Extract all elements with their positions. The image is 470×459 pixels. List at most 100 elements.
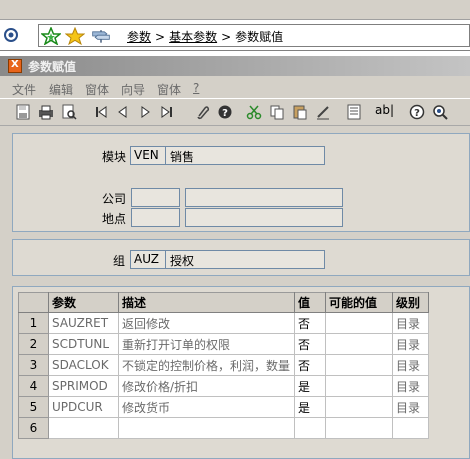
cell-description[interactable]: 返回修改 <box>118 312 295 334</box>
site-code-field[interactable] <box>131 208 180 227</box>
header-panel: 模块 VEN 销售 公司 地点 <box>12 133 470 232</box>
copy-icon[interactable] <box>269 104 285 120</box>
cell-possible-values[interactable] <box>325 417 393 439</box>
menu-window[interactable]: 窗体 <box>85 81 109 98</box>
module-field[interactable]: VEN 销售 <box>130 146 325 165</box>
module-code: VEN <box>131 147 166 164</box>
cell-value[interactable]: 是 <box>294 396 326 418</box>
group-field[interactable]: AUZ 授权 <box>130 250 325 269</box>
menu-window-2[interactable]: 窗体 <box>157 81 181 98</box>
print-icon[interactable] <box>38 104 54 120</box>
breadcrumb-item-basic-parameters[interactable]: 基本参数 <box>169 30 217 44</box>
zoom-icon[interactable] <box>432 104 448 120</box>
window-title: 参数赋值 <box>28 60 77 74</box>
window-titlebar: X 参数赋值 <box>0 56 470 76</box>
save-icon[interactable] <box>15 104 31 120</box>
breadcrumb-panel: 参数 > 基本参数 > 参数赋值 <box>38 24 470 47</box>
cell-level[interactable]: 目录 <box>392 333 429 355</box>
table-row[interactable]: 3 SDACLOK 不锁定的控制价格，利润，数量 否 目录 <box>18 354 429 376</box>
row-number[interactable]: 5 <box>18 396 49 418</box>
breadcrumb-separator: > <box>155 30 166 44</box>
first-record-icon[interactable] <box>93 104 109 120</box>
menu-bar: 文件 编辑 窗体 向导 窗体 ? <box>0 79 470 97</box>
site-label: 地点 <box>102 212 127 226</box>
row-number[interactable]: 4 <box>18 375 49 397</box>
favorite-star-icon[interactable] <box>65 27 85 45</box>
cell-level[interactable] <box>392 417 429 439</box>
column-header-value[interactable]: 值 <box>294 292 326 313</box>
table-row[interactable]: 2 SCDTUNL 重新打开订单的权限 否 目录 <box>18 333 429 355</box>
cell-possible-values[interactable] <box>325 312 393 334</box>
attach-icon[interactable] <box>194 104 210 120</box>
cell-possible-values[interactable] <box>325 375 393 397</box>
menu-edit[interactable]: 编辑 <box>49 81 73 98</box>
cell-parameter[interactable]: SDACLOK <box>48 354 119 376</box>
cell-parameter[interactable]: SAUZRET <box>48 312 119 334</box>
cell-value[interactable]: 是 <box>294 375 326 397</box>
print-preview-icon[interactable] <box>61 104 77 120</box>
column-header-parameter[interactable]: 参数 <box>48 292 119 313</box>
row-number[interactable]: 3 <box>18 354 49 376</box>
table-row[interactable]: 5 UPDCUR 修改货币 是 目录 <box>18 396 429 418</box>
group-label: 组 <box>113 254 126 268</box>
window-body: 文件 编辑 窗体 向导 窗体 ? ? ab| ? 模块 VEN 销售 公司 地点… <box>0 76 470 459</box>
cell-description[interactable]: 重新打开订单的权限 <box>118 333 295 355</box>
menu-file[interactable]: 文件 <box>12 81 36 98</box>
next-record-icon[interactable] <box>137 104 153 120</box>
list-icon[interactable] <box>346 104 362 120</box>
row-number[interactable]: 1 <box>18 312 49 334</box>
grid-header-row: 参数 描述 值 可能的值 级别 <box>18 292 429 313</box>
cell-possible-values[interactable] <box>325 354 393 376</box>
cell-value[interactable] <box>294 417 326 439</box>
previous-record-icon[interactable] <box>115 104 131 120</box>
company-name-field <box>185 188 343 207</box>
question-icon[interactable]: ? <box>409 104 425 120</box>
cell-parameter[interactable]: UPDCUR <box>48 396 119 418</box>
column-header-possible-values[interactable]: 可能的值 <box>325 292 393 313</box>
cell-parameter[interactable]: SCDTUNL <box>48 333 119 355</box>
cell-level[interactable]: 目录 <box>392 375 429 397</box>
cell-description[interactable]: 修改价格/折扣 <box>118 375 295 397</box>
cell-description[interactable] <box>118 417 295 439</box>
table-row[interactable]: 6 <box>18 417 429 439</box>
cell-level[interactable]: 目录 <box>392 396 429 418</box>
group-name: 授权 <box>170 254 195 268</box>
menu-wizard[interactable]: 向导 <box>121 81 145 98</box>
group-panel: 组 AUZ 授权 <box>12 239 470 276</box>
cell-parameter[interactable] <box>48 417 119 439</box>
company-code-field[interactable] <box>131 188 180 207</box>
column-header-description[interactable]: 描述 <box>118 292 295 313</box>
text-icon[interactable]: ab| <box>375 103 397 119</box>
breadcrumb-separator: > <box>221 30 232 44</box>
table-row[interactable]: 1 SAUZRET 返回修改 否 目录 <box>18 312 429 334</box>
cell-description[interactable]: 修改货币 <box>118 396 295 418</box>
cell-value[interactable]: 否 <box>294 354 326 376</box>
table-row[interactable]: 4 SPRIMOD 修改价格/折扣 是 目录 <box>18 375 429 397</box>
cut-icon[interactable] <box>246 104 262 120</box>
zoom-icon[interactable] <box>3 27 19 43</box>
column-header-level[interactable]: 级别 <box>392 292 429 313</box>
cell-possible-values[interactable] <box>325 333 393 355</box>
svg-text:?: ? <box>222 108 228 119</box>
group-code: AUZ <box>131 251 166 268</box>
row-number[interactable]: 2 <box>18 333 49 355</box>
top-strip <box>0 0 470 20</box>
toolbar: ? ab| ? <box>0 98 470 126</box>
signpost-icon[interactable] <box>91 27 111 45</box>
breadcrumb-item-parameters[interactable]: 参数 <box>127 30 151 44</box>
last-record-icon[interactable] <box>159 104 175 120</box>
cell-level[interactable]: 目录 <box>392 354 429 376</box>
home-star-icon[interactable] <box>41 27 61 45</box>
grid-corner <box>18 292 49 313</box>
cell-possible-values[interactable] <box>325 396 393 418</box>
cell-description[interactable]: 不锁定的控制价格，利润，数量 <box>118 354 295 376</box>
cell-parameter[interactable]: SPRIMOD <box>48 375 119 397</box>
row-number[interactable]: 6 <box>18 417 49 439</box>
paste-icon[interactable] <box>292 104 308 120</box>
cell-level[interactable]: 目录 <box>392 312 429 334</box>
edit-icon[interactable] <box>315 104 331 120</box>
help-icon[interactable]: ? <box>217 104 233 120</box>
menu-help[interactable]: ? <box>193 81 199 95</box>
cell-value[interactable]: 否 <box>294 312 326 334</box>
cell-value[interactable]: 否 <box>294 333 326 355</box>
